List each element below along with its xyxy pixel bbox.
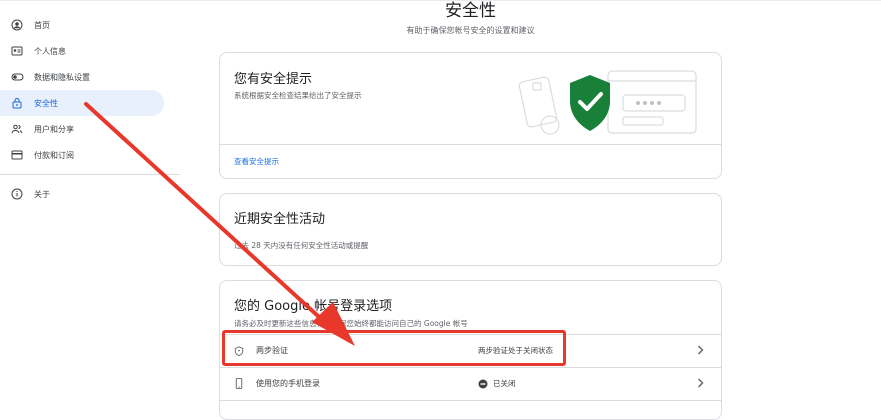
phone-signin-row[interactable]: 使用您的手机登录 已关闭 <box>220 367 721 399</box>
sidebar-item-security[interactable]: 安全性 <box>0 90 164 116</box>
phone-icon <box>232 378 246 389</box>
disabled-icon <box>478 379 488 389</box>
phone-signin-status: 已关闭 <box>493 379 516 388</box>
sidebar-nav: 首页 个人信息 数据和隐私设置 安全性 用户和分享 付款和订阅 关于 <box>0 12 180 207</box>
sidebar-divider <box>0 174 180 175</box>
chevron-right-icon <box>696 377 705 391</box>
security-illustration <box>518 70 697 135</box>
sidebar-item-people-sharing[interactable]: 用户和分享 <box>0 116 180 142</box>
phone-signin-status-wrapper: 已关闭 <box>478 378 516 389</box>
chevron-right-icon <box>696 344 705 358</box>
security-tips-card: 您有安全提示 系统根据安全检查结果给出了安全提示 查看安全提示 <box>219 52 722 179</box>
lock-icon <box>10 96 24 110</box>
page-title: 安全性 <box>445 1 496 21</box>
people-icon <box>10 122 24 136</box>
phone-signin-label: 使用您的手机登录 <box>256 379 320 388</box>
id-card-icon <box>10 44 24 58</box>
signin-options-card: 您的 Google 帐号登录选项 请务必及时更新这些信息，以确保您始终都能访问自… <box>219 280 722 420</box>
credit-card-icon <box>10 148 24 162</box>
sidebar-item-about[interactable]: 关于 <box>0 181 180 207</box>
security-tips-description: 系统根据安全检查结果给出了安全提示 <box>234 91 362 100</box>
sidebar-item-personal-info[interactable]: 个人信息 <box>0 38 180 64</box>
sidebar-item-label: 数据和隐私设置 <box>34 72 90 82</box>
view-security-tips-link[interactable]: 查看安全提示 <box>234 156 279 167</box>
signin-options-description: 请务必及时更新这些信息，以确保您始终都能访问自己的 Google 帐号 <box>234 319 468 328</box>
sidebar-item-label: 安全性 <box>34 98 58 108</box>
card-divider <box>220 144 721 145</box>
page-subtitle: 有助于确保您帐号安全的设置和建议 <box>406 26 535 35</box>
recent-activity-card[interactable]: 近期安全性活动 过去 28 天内没有任何安全性活动或提醒 <box>219 193 722 266</box>
sidebar-item-label: 关于 <box>34 189 50 199</box>
recent-activity-description: 过去 28 天内没有任何安全性活动或提醒 <box>234 241 369 250</box>
sidebar-item-label: 付款和订阅 <box>34 150 74 160</box>
sidebar-item-label: 用户和分享 <box>34 124 74 134</box>
recent-activity-title: 近期安全性活动 <box>234 212 326 227</box>
signin-options-title: 您的 Google 帐号登录选项 <box>234 299 393 314</box>
toggle-icon <box>10 70 24 84</box>
two-step-verification-status: 两步验证处于关闭状态 <box>478 346 553 355</box>
sidebar-item-label: 个人信息 <box>34 46 66 56</box>
two-step-verification-label: 两步验证 <box>256 346 288 355</box>
info-icon <box>10 187 24 201</box>
security-tips-title: 您有安全提示 <box>234 72 313 87</box>
sidebar-item-payments[interactable]: 付款和订阅 <box>0 142 180 168</box>
next-row-partial[interactable] <box>220 400 721 419</box>
shield-icon <box>232 345 246 356</box>
sidebar-item-data-privacy[interactable]: 数据和隐私设置 <box>0 64 180 90</box>
two-step-verification-row[interactable]: 两步验证 两步验证处于关闭状态 <box>220 334 721 366</box>
